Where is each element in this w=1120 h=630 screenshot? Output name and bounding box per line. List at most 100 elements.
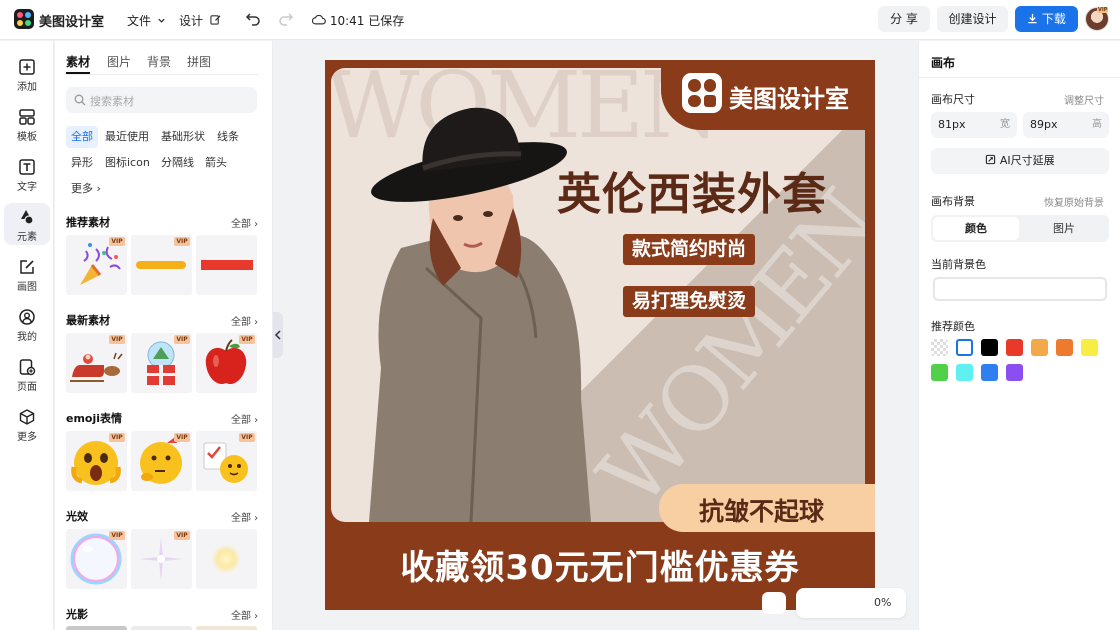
nav-text[interactable]: 文字 bbox=[4, 153, 50, 195]
tab-divider bbox=[66, 74, 259, 75]
asset-confetti-popper[interactable]: VIP bbox=[66, 235, 127, 295]
seg-color[interactable]: 颜色 bbox=[933, 217, 1019, 240]
swatch-transparent[interactable] bbox=[931, 339, 948, 356]
file-menu[interactable]: 文件 bbox=[127, 12, 166, 29]
chip-dividers[interactable]: 分隔线 bbox=[156, 152, 199, 174]
see-all-newest[interactable]: 全部 › bbox=[231, 313, 258, 328]
canvas-bg-label: 画布背景 bbox=[931, 195, 975, 208]
asset-red-rectangle[interactable] bbox=[196, 235, 257, 295]
see-all-emoji[interactable]: 全部 › bbox=[231, 411, 258, 426]
redo-icon[interactable] bbox=[278, 12, 294, 26]
asset-thinking-emoji[interactable]: VIP bbox=[131, 431, 192, 491]
swatch-orange[interactable] bbox=[1056, 339, 1073, 356]
nav-template[interactable]: 模板 bbox=[4, 103, 50, 145]
asset-checklist-emoji[interactable]: VIP bbox=[196, 431, 257, 491]
tab-backgrounds[interactable]: 背景 bbox=[147, 53, 171, 70]
asset-sparkle-star[interactable]: VIP bbox=[131, 529, 192, 589]
section-title-light-effects: 光效 bbox=[66, 510, 88, 523]
see-all-recommended[interactable]: 全部 › bbox=[231, 215, 258, 230]
nav-add[interactable]: 添加 bbox=[4, 53, 50, 95]
template-grid-icon bbox=[19, 109, 35, 125]
collapse-panel-handle[interactable] bbox=[273, 312, 283, 358]
swatch-red[interactable] bbox=[1006, 339, 1023, 356]
asset-santa-sleigh[interactable]: VIP bbox=[66, 333, 127, 393]
coupon-banner[interactable]: 收藏领30元无门槛优惠券 bbox=[325, 540, 875, 589]
app-name[interactable]: 美图设计室 bbox=[39, 11, 104, 30]
chip-more[interactable]: 更多 › bbox=[66, 178, 106, 200]
tag-style[interactable]: 款式简约时尚 bbox=[623, 234, 756, 265]
asset-shocked-emoji[interactable]: VIP bbox=[66, 431, 127, 491]
nav-draw-label: 画图 bbox=[17, 282, 37, 293]
download-button-label: 下载 bbox=[1041, 12, 1066, 26]
nav-draw[interactable]: 画图 bbox=[4, 253, 50, 295]
search-input[interactable]: 搜索素材 bbox=[66, 87, 257, 113]
undo-icon[interactable] bbox=[245, 12, 261, 26]
nav-more[interactable]: 更多 bbox=[4, 403, 50, 445]
seg-image[interactable]: 图片 bbox=[1021, 217, 1107, 240]
current-bg-swatch[interactable] bbox=[933, 277, 1107, 301]
vip-badge: VIP bbox=[109, 531, 125, 540]
swatch-green[interactable] bbox=[931, 364, 948, 381]
swatch-light-orange[interactable] bbox=[1031, 339, 1048, 356]
tab-materials[interactable]: 素材 bbox=[66, 53, 90, 70]
yellow-brush-stroke-shape bbox=[136, 261, 186, 269]
chip-lines[interactable]: 线条 bbox=[212, 126, 244, 148]
swatch-cyan[interactable] bbox=[956, 364, 973, 381]
page-add-icon bbox=[19, 359, 36, 376]
design-menu[interactable]: 设计 bbox=[179, 12, 221, 29]
asset-yellow-brush-stroke[interactable]: VIP bbox=[131, 235, 192, 295]
feature-badge-text: 抗皱不起球 bbox=[699, 497, 825, 526]
design-menu-label: 设计 bbox=[179, 14, 204, 28]
nav-elements-label: 元素 bbox=[17, 232, 37, 243]
nav-pages[interactable]: 页面 bbox=[4, 353, 50, 395]
create-design-button[interactable]: 创建设计 bbox=[937, 6, 1008, 32]
tab-collage[interactable]: 拼图 bbox=[187, 53, 211, 70]
share-button[interactable]: 分 享 bbox=[878, 6, 930, 32]
save-status: 10:41 已保存 bbox=[311, 12, 404, 29]
resize-link[interactable]: 调整尺寸 bbox=[1064, 92, 1104, 107]
asset-light-shadow-2[interactable] bbox=[131, 626, 192, 630]
canvas-size-label: 画布尺寸 bbox=[931, 93, 975, 106]
swatch-white[interactable] bbox=[956, 339, 973, 356]
asset-light-shadow-1[interactable] bbox=[66, 626, 127, 630]
chip-icons[interactable]: 图标icon bbox=[100, 152, 155, 174]
tab-images[interactable]: 图片 bbox=[107, 53, 131, 70]
nav-add-label: 添加 bbox=[17, 82, 37, 93]
user-circle-icon bbox=[19, 309, 35, 325]
app-logo-icon[interactable] bbox=[14, 9, 34, 29]
asset-rainbow-bubble[interactable]: VIP bbox=[66, 529, 127, 589]
chip-irregular[interactable]: 异形 bbox=[66, 152, 98, 174]
width-input[interactable]: 81px 宽 bbox=[931, 112, 1017, 138]
nav-elements[interactable]: 元素 bbox=[4, 203, 50, 245]
asset-light-shadow-3[interactable] bbox=[196, 626, 257, 630]
headline[interactable]: 英伦西装外套 bbox=[557, 158, 827, 222]
download-button[interactable]: 下载 bbox=[1015, 6, 1078, 32]
nav-mine[interactable]: 我的 bbox=[4, 303, 50, 345]
see-all-light-effects[interactable]: 全部 › bbox=[231, 509, 258, 524]
panel-title-divider bbox=[919, 77, 1120, 78]
asset-christmas-gift-snowglobe[interactable]: VIP bbox=[131, 333, 192, 393]
chip-recent[interactable]: 最近使用 bbox=[100, 126, 154, 148]
design-canvas[interactable]: WOMEN WOMEN 美图设计室 英伦西装外套 款式简约时尚 易打理免熨烫 抗… bbox=[325, 60, 875, 610]
swatch-purple[interactable] bbox=[1006, 364, 1023, 381]
chip-all[interactable]: 全部 bbox=[66, 126, 98, 148]
see-all-light-shadow[interactable]: 全部 › bbox=[231, 607, 258, 622]
tag-easy-care[interactable]: 易打理免熨烫 bbox=[623, 286, 756, 317]
swatch-blue[interactable] bbox=[981, 364, 998, 381]
height-input[interactable]: 89px 高 bbox=[1023, 112, 1109, 138]
asset-red-apple[interactable]: VIP bbox=[196, 333, 257, 393]
swatch-yellow[interactable] bbox=[1081, 339, 1098, 356]
chip-arrows[interactable]: 箭头 bbox=[200, 152, 232, 174]
ai-resize-button[interactable]: AI尺寸延展 bbox=[931, 148, 1109, 174]
see-all-label: 全部 bbox=[231, 611, 251, 622]
asset-glow-light[interactable] bbox=[196, 529, 257, 589]
active-tab-underline bbox=[66, 72, 90, 74]
search-placeholder: 搜索素材 bbox=[90, 95, 134, 108]
cloud-saved-icon bbox=[311, 14, 326, 25]
swatch-black[interactable] bbox=[981, 339, 998, 356]
zoom-control[interactable]: 0% bbox=[796, 588, 906, 618]
section-title-light-shadow: 光影 bbox=[66, 608, 88, 621]
restore-bg-link[interactable]: 恢复原始背景 bbox=[1044, 194, 1104, 209]
chip-basic-shapes[interactable]: 基础形状 bbox=[156, 126, 210, 148]
zoom-out-button[interactable] bbox=[762, 592, 786, 614]
